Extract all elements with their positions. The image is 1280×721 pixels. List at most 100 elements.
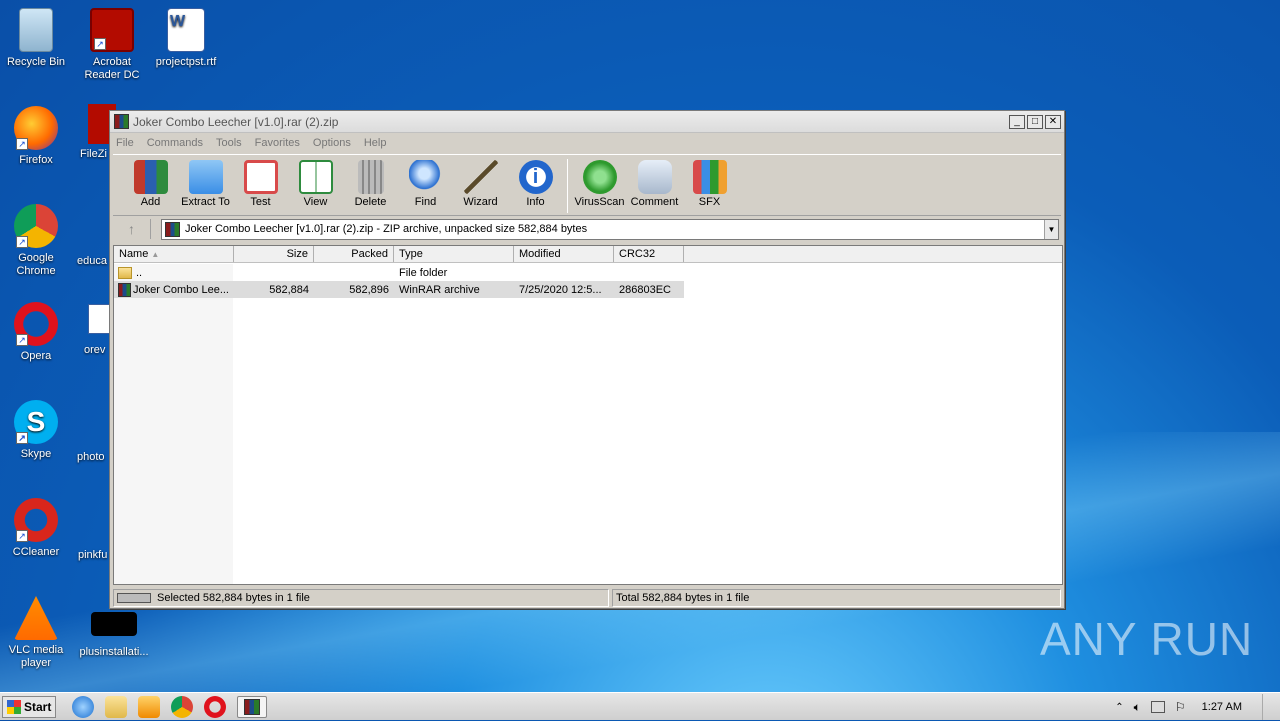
comment-button[interactable]: Comment bbox=[627, 155, 682, 208]
word-doc-icon: W bbox=[167, 8, 205, 52]
explorer-taskbar-icon[interactable] bbox=[105, 695, 127, 718]
folder-up-icon bbox=[118, 266, 132, 279]
menu-bar: File Commands Tools Favorites Options He… bbox=[110, 133, 1064, 153]
status-bar: Selected 582,884 bytes in 1 file Total 5… bbox=[113, 589, 1061, 607]
menu-file[interactable]: File bbox=[116, 137, 134, 149]
winrar-icon bbox=[244, 698, 260, 715]
desktop-icon-skype[interactable]: S ↗ Skype bbox=[0, 400, 72, 461]
ccleaner-icon: ↗ bbox=[14, 498, 58, 542]
opera-taskbar-icon[interactable] bbox=[204, 695, 226, 718]
col-packed[interactable]: Packed bbox=[314, 246, 394, 262]
action-center-flag-icon[interactable]: ⚐ bbox=[1175, 700, 1186, 714]
system-tray: ⌃ 🔈︎ ⚐ 1:27 AM bbox=[1115, 693, 1280, 721]
table-row-selected[interactable]: Joker Combo Lee... 582,884 582,896 WinRA… bbox=[114, 281, 684, 298]
desktop-icon-chrome[interactable]: ↗ Google Chrome bbox=[0, 204, 72, 278]
delete-button[interactable]: Delete bbox=[343, 155, 398, 208]
title-bar[interactable]: Joker Combo Leecher [v1.0].rar (2).zip _… bbox=[110, 111, 1064, 133]
menu-commands[interactable]: Commands bbox=[147, 137, 203, 149]
winrar-icon bbox=[114, 114, 129, 129]
view-button[interactable]: View bbox=[288, 155, 343, 208]
exe-icon bbox=[91, 612, 137, 636]
address-bar: ↑ Joker Combo Leecher [v1.0].rar (2).zip… bbox=[113, 217, 1061, 241]
network-icon[interactable] bbox=[1150, 701, 1165, 713]
opera-icon: ↗ bbox=[14, 302, 58, 346]
col-crc32[interactable]: CRC32 bbox=[614, 246, 684, 262]
desktop-icon-projectpst[interactable]: W projectpst.rtf bbox=[150, 8, 222, 69]
menu-options[interactable]: Options bbox=[313, 137, 351, 149]
desktop-icon-plusinstall[interactable]: plusinstallati... bbox=[74, 612, 154, 659]
info-icon: i bbox=[518, 160, 553, 194]
sfx-icon bbox=[692, 160, 727, 194]
taskbar: Start ⌃ 🔈︎ ⚐ 1:27 AM bbox=[0, 692, 1280, 720]
wand-icon bbox=[463, 160, 498, 194]
col-modified[interactable]: Modified bbox=[514, 246, 614, 262]
extract-to-button[interactable]: Extract To bbox=[178, 155, 233, 208]
show-desktop-button[interactable] bbox=[1262, 694, 1272, 720]
minimize-button[interactable]: _ bbox=[1009, 114, 1025, 129]
desktop-icon-opera[interactable]: ↗ Opera bbox=[0, 302, 72, 363]
book-icon bbox=[298, 160, 333, 194]
comment-icon bbox=[637, 160, 672, 194]
find-button[interactable]: Find bbox=[398, 155, 453, 208]
desktop-icon-firefox[interactable]: ↗ Firefox bbox=[0, 106, 72, 167]
window-title: Joker Combo Leecher [v1.0].rar (2).zip bbox=[133, 114, 339, 129]
table-row[interactable]: .. File folder bbox=[114, 264, 684, 281]
winrar-window[interactable]: Joker Combo Leecher [v1.0].rar (2).zip _… bbox=[109, 110, 1065, 609]
magnifier-icon bbox=[408, 160, 443, 194]
acrobat-icon: ↗ bbox=[90, 8, 134, 52]
skype-icon: S ↗ bbox=[14, 400, 58, 444]
clock[interactable]: 1:27 AM bbox=[1202, 701, 1242, 713]
desktop-icon-educa[interactable]: educa bbox=[77, 255, 107, 267]
chrome-taskbar-icon[interactable] bbox=[171, 695, 193, 718]
desktop-icon-acrobat[interactable]: ↗ Acrobat Reader DC bbox=[76, 8, 148, 82]
col-type[interactable]: Type bbox=[394, 246, 514, 262]
rar-file-icon bbox=[118, 282, 131, 297]
wizard-button[interactable]: Wizard bbox=[453, 155, 508, 208]
show-hidden-icons-icon[interactable]: ⌃ bbox=[1115, 702, 1123, 713]
menu-tools[interactable]: Tools bbox=[216, 137, 242, 149]
toolbar: Add Extract To Test View Delete Find Wiz… bbox=[113, 154, 1061, 216]
close-button[interactable]: ✕ bbox=[1045, 114, 1061, 129]
recycle-bin-icon bbox=[19, 8, 53, 52]
col-name[interactable]: Name ▲ bbox=[114, 246, 234, 262]
test-button[interactable]: Test bbox=[233, 155, 288, 208]
drive-icon bbox=[117, 593, 151, 603]
address-text: Joker Combo Leecher [v1.0].rar (2).zip -… bbox=[185, 223, 588, 235]
sfx-button[interactable]: SFX bbox=[682, 155, 737, 208]
windows-logo-icon bbox=[7, 699, 21, 714]
sort-ascending-icon: ▲ bbox=[151, 250, 160, 259]
media-player-taskbar-icon[interactable] bbox=[138, 695, 160, 718]
desktop-icon-orev[interactable]: orev bbox=[84, 304, 112, 356]
anyrun-watermark: ANY RUN bbox=[1040, 613, 1254, 665]
folder-icon bbox=[188, 160, 223, 194]
add-button[interactable]: Add bbox=[123, 155, 178, 208]
vlc-icon bbox=[14, 596, 58, 640]
desktop-icon-pinkfu[interactable]: pinkfu bbox=[78, 549, 107, 561]
file-list[interactable]: Name ▲ Size Packed Type Modified CRC32 .… bbox=[113, 245, 1063, 585]
address-field[interactable]: Joker Combo Leecher [v1.0].rar (2).zip -… bbox=[161, 218, 1059, 240]
add-archive-icon bbox=[133, 160, 168, 194]
desktop-icon-ccleaner[interactable]: ↗ CCleaner bbox=[0, 498, 72, 559]
start-button[interactable]: Start bbox=[2, 695, 56, 718]
trash-icon bbox=[357, 160, 384, 194]
address-dropdown-button[interactable]: ▼ bbox=[1044, 219, 1058, 239]
zip-archive-icon bbox=[165, 221, 180, 237]
toolbar-separator bbox=[567, 159, 568, 213]
col-size[interactable]: Size bbox=[234, 246, 314, 262]
info-button[interactable]: i Info bbox=[508, 155, 563, 208]
up-folder-button[interactable]: ↑ bbox=[113, 219, 151, 239]
menu-favorites[interactable]: Favorites bbox=[255, 137, 300, 149]
menu-help[interactable]: Help bbox=[364, 137, 387, 149]
test-clipboard-icon bbox=[243, 160, 278, 194]
desktop-icon-recycle-bin[interactable]: Recycle Bin bbox=[0, 8, 72, 69]
desktop-icon-photo[interactable]: photo bbox=[77, 451, 105, 463]
virusscan-button[interactable]: VirusScan bbox=[572, 155, 627, 208]
status-selected: Selected 582,884 bytes in 1 file bbox=[113, 589, 609, 607]
volume-icon[interactable]: 🔈︎ bbox=[1134, 700, 1141, 715]
desktop-icon-vlc[interactable]: VLC media player bbox=[0, 596, 72, 670]
virus-scan-icon bbox=[582, 160, 617, 194]
winrar-taskbar-button[interactable] bbox=[237, 695, 267, 718]
chrome-icon: ↗ bbox=[14, 204, 58, 248]
maximize-button[interactable]: □ bbox=[1027, 114, 1043, 129]
ie-taskbar-icon[interactable] bbox=[72, 695, 94, 718]
